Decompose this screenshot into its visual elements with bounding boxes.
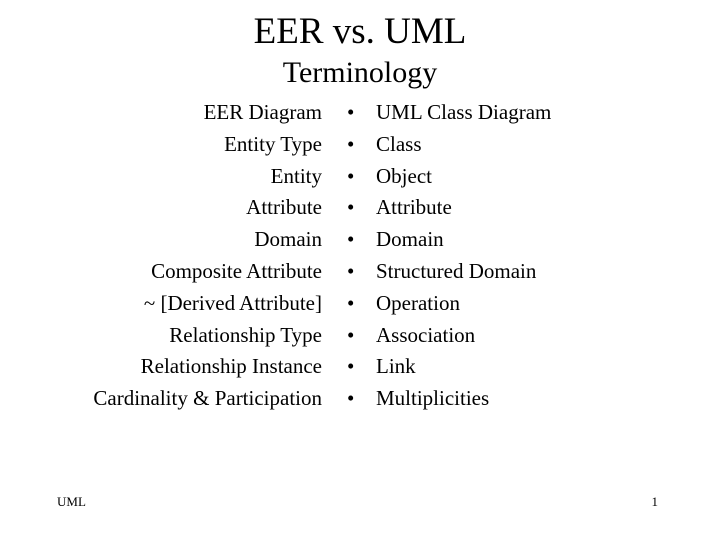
bullet-icon: • bbox=[347, 131, 355, 156]
uml-terms-list: • UML Class Diagram • Class • Object • Attri… bbox=[347, 97, 551, 415]
eer-term: Domain bbox=[254, 227, 322, 252]
bullet-icon: • bbox=[347, 386, 355, 411]
uml-term: UML Class Diagram bbox=[376, 100, 552, 124]
uml-term: Domain bbox=[376, 227, 444, 252]
uml-term-item: • Attribute bbox=[347, 192, 551, 224]
bullet-icon: • bbox=[347, 100, 355, 124]
uml-term-item: • Link bbox=[347, 351, 551, 383]
uml-term-item: • UML Class Diagram bbox=[347, 97, 551, 129]
eer-term: Attribute bbox=[246, 195, 322, 220]
uml-term-item: • Object bbox=[347, 161, 551, 193]
eer-term: Relationship Type bbox=[169, 322, 322, 347]
eer-term: Relationship Instance bbox=[140, 354, 322, 379]
bullet-icon: • bbox=[347, 163, 355, 188]
uml-term: Association bbox=[376, 322, 476, 347]
eer-term: Entity bbox=[270, 163, 322, 188]
bullet-icon: • bbox=[347, 227, 355, 252]
uml-term-item: • Operation bbox=[347, 288, 551, 320]
uml-term-item: • Structured Domain bbox=[347, 256, 551, 288]
eer-terms-list: EER Diagram Entity Type Entity Attribute… bbox=[93, 97, 322, 415]
uml-term: Class bbox=[376, 131, 422, 156]
uml-term-item: • Domain bbox=[347, 224, 551, 256]
uml-term-item: • Class bbox=[347, 129, 551, 161]
slide-subtitle: Terminology bbox=[282, 56, 438, 89]
eer-term: Composite Attribute bbox=[151, 258, 322, 283]
uml-term: Attribute bbox=[376, 195, 452, 220]
eer-term: ~ [Derived Attribute] bbox=[143, 290, 322, 315]
uml-term: Operation bbox=[376, 290, 460, 315]
uml-term: Structured Domain bbox=[376, 258, 537, 283]
bullet-icon: • bbox=[347, 322, 355, 347]
footer-label: UML bbox=[57, 494, 86, 509]
eer-term: Entity Type bbox=[224, 131, 322, 156]
uml-term-item: • Association bbox=[347, 320, 551, 352]
uml-term-item: • Multiplicities bbox=[347, 383, 551, 415]
bullet-icon: • bbox=[347, 195, 355, 220]
page-number: 1 bbox=[651, 494, 659, 509]
uml-term: Object bbox=[376, 163, 432, 188]
uml-term: Link bbox=[376, 354, 416, 379]
uml-term: Multiplicities bbox=[376, 386, 490, 411]
bullet-icon: • bbox=[347, 290, 355, 315]
eer-term: Cardinality & Participation bbox=[93, 386, 322, 411]
eer-term: EER Diagram bbox=[203, 100, 322, 124]
bullet-icon: • bbox=[347, 354, 355, 379]
slide-title: EER vs. UML bbox=[253, 11, 467, 52]
bullet-icon: • bbox=[347, 258, 355, 283]
